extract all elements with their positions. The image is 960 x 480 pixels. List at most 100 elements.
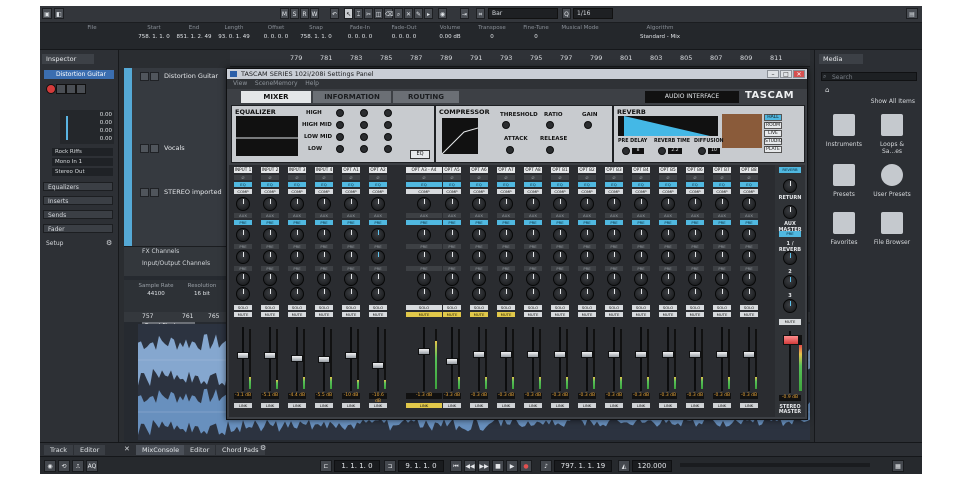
mute-button[interactable]: MUTE bbox=[713, 312, 731, 317]
media-pane-toggle-icon[interactable]: ▤ bbox=[906, 8, 918, 19]
media-item-instruments[interactable]: Instruments bbox=[821, 114, 867, 148]
solo-button[interactable]: SOLO bbox=[369, 305, 387, 310]
fader-cap[interactable] bbox=[554, 350, 566, 358]
master-fader-cap[interactable] bbox=[783, 335, 799, 345]
media-item-presets[interactable]: Presets bbox=[821, 164, 867, 198]
pre-label[interactable]: PRE bbox=[578, 266, 596, 271]
mute-button[interactable]: MUTE bbox=[551, 312, 569, 317]
mute-button[interactable]: MUTE bbox=[605, 312, 623, 317]
pre-label[interactable]: PRE bbox=[551, 244, 569, 249]
aux-knob[interactable] bbox=[688, 272, 702, 286]
comp-release-knob[interactable] bbox=[546, 146, 554, 154]
rewind-icon[interactable]: ◀◀ bbox=[464, 460, 476, 472]
pre-button[interactable]: PRE bbox=[342, 220, 360, 225]
aux-send-knob[interactable] bbox=[526, 197, 540, 211]
auto-quantize-icon[interactable]: AQ bbox=[86, 460, 98, 472]
aux-knob[interactable] bbox=[607, 250, 621, 264]
aux-send-knob[interactable] bbox=[290, 197, 304, 211]
pre-label[interactable]: PRE bbox=[234, 266, 252, 271]
comp-button[interactable]: COMP bbox=[497, 189, 515, 194]
phase-button[interactable]: Ø bbox=[686, 175, 704, 180]
tab-mixconsole[interactable]: MixConsole bbox=[136, 445, 186, 455]
info-line-field[interactable]: Volume 0.00 dB bbox=[430, 25, 470, 40]
mute-tool-icon[interactable]: ✕ bbox=[404, 8, 413, 19]
pre-label[interactable]: PRE bbox=[632, 266, 650, 271]
comp-button[interactable]: COMP bbox=[470, 189, 488, 194]
zoom-tool-icon[interactable]: ⌕ bbox=[394, 8, 403, 19]
aux-knob[interactable] bbox=[580, 272, 594, 286]
pre-label[interactable]: PRE bbox=[659, 266, 677, 271]
media-item-file-browser[interactable]: File Browser bbox=[869, 212, 915, 246]
eq-knob[interactable] bbox=[360, 121, 368, 129]
stop-icon[interactable]: ■ bbox=[492, 460, 504, 472]
eq-button[interactable]: EQ bbox=[551, 182, 569, 187]
phase-button[interactable]: Ø bbox=[713, 175, 731, 180]
mute-button[interactable]: MUTE bbox=[406, 312, 442, 317]
aux-send-knob[interactable] bbox=[371, 197, 385, 211]
pre-label[interactable]: PRE bbox=[288, 244, 306, 249]
autoscroll-icon[interactable]: ⇥ bbox=[460, 8, 469, 19]
aux-knob[interactable] bbox=[472, 250, 486, 264]
solo-button[interactable]: SOLO bbox=[470, 305, 488, 310]
mute-button[interactable]: MUTE bbox=[443, 312, 461, 317]
aux-knob[interactable] bbox=[344, 272, 358, 286]
quantize-icon[interactable]: Q bbox=[562, 8, 571, 19]
pre-button[interactable]: PRE bbox=[234, 220, 252, 225]
media-tab[interactable]: Media bbox=[819, 54, 863, 64]
aux-send-knob[interactable] bbox=[236, 197, 250, 211]
mode-button-r[interactable]: R bbox=[300, 8, 309, 19]
eq-button[interactable]: EQ bbox=[342, 182, 360, 187]
aux-master-pre-button[interactable]: PRE bbox=[779, 231, 801, 237]
solo-button[interactable]: SOLO bbox=[234, 305, 252, 310]
eq-knob[interactable] bbox=[336, 121, 344, 129]
solo-button[interactable]: SOLO bbox=[443, 305, 461, 310]
punch-icon[interactable]: ⎍ bbox=[72, 460, 84, 472]
aux-knob[interactable] bbox=[445, 228, 459, 242]
fader-cap[interactable] bbox=[662, 350, 674, 358]
menu-scene-memory[interactable]: SceneMemory bbox=[255, 80, 298, 87]
pan-knob[interactable] bbox=[607, 287, 621, 301]
media-search-input[interactable]: Search bbox=[821, 72, 917, 81]
info-line-field[interactable]: Fade-In 0. 0. 0. 0 bbox=[340, 25, 380, 40]
eq-button[interactable]: EQ bbox=[288, 182, 306, 187]
aux-knob[interactable] bbox=[263, 272, 277, 286]
solo-button[interactable]: SOLO bbox=[524, 305, 542, 310]
phase-button[interactable]: Ø bbox=[369, 175, 387, 180]
track-vocals[interactable]: Vocals bbox=[124, 140, 230, 185]
pre-label[interactable]: PRE bbox=[659, 244, 677, 249]
reverb-return-knob[interactable] bbox=[783, 179, 797, 193]
undo-icon[interactable]: ↶ bbox=[330, 8, 339, 19]
master-mute-button[interactable]: MUTE bbox=[779, 319, 801, 325]
link-button[interactable]: LINK bbox=[342, 403, 360, 408]
pan-knob[interactable] bbox=[371, 287, 385, 301]
link-button[interactable]: LINK bbox=[524, 403, 542, 408]
pre-label[interactable]: PRE bbox=[234, 244, 252, 249]
tab-mixer[interactable]: MIXER bbox=[241, 91, 311, 103]
info-line-field[interactable]: Fade-Out 0. 0. 0. 0 bbox=[384, 25, 424, 40]
link-button[interactable]: LINK bbox=[288, 403, 306, 408]
metronome-icon[interactable]: ◭ bbox=[618, 460, 630, 472]
erase-tool-icon[interactable]: ⌫ bbox=[384, 8, 393, 19]
comp-button[interactable]: COMP bbox=[605, 189, 623, 194]
aux-send-knob[interactable] bbox=[344, 197, 358, 211]
phase-button[interactable]: Ø bbox=[315, 175, 333, 180]
window-close-button[interactable]: ✕ bbox=[793, 70, 805, 78]
pre-label[interactable]: PRE bbox=[524, 244, 542, 249]
reverb-type-hall[interactable]: HALL bbox=[764, 114, 782, 121]
mute-button[interactable]: MUTE bbox=[632, 312, 650, 317]
aux-knob[interactable] bbox=[715, 250, 729, 264]
read-button[interactable] bbox=[66, 84, 76, 94]
pre-label[interactable]: PRE bbox=[342, 266, 360, 271]
pre-label[interactable]: PRE bbox=[551, 266, 569, 271]
reverb-type-studio[interactable]: STUDIO bbox=[764, 138, 782, 145]
pan-knob[interactable] bbox=[417, 287, 431, 301]
eq-button[interactable]: EQ bbox=[605, 182, 623, 187]
routing-preset[interactable]: Rock Riffs bbox=[52, 148, 113, 156]
aux-knob[interactable] bbox=[290, 228, 304, 242]
eq-button[interactable]: EQ bbox=[234, 182, 252, 187]
volume-fader[interactable] bbox=[66, 116, 68, 140]
phase-button[interactable]: Ø bbox=[443, 175, 461, 180]
comp-button[interactable]: COMP bbox=[406, 189, 442, 194]
inspector-setup-label[interactable]: Setup bbox=[46, 240, 63, 247]
aux-send-knob[interactable] bbox=[634, 197, 648, 211]
